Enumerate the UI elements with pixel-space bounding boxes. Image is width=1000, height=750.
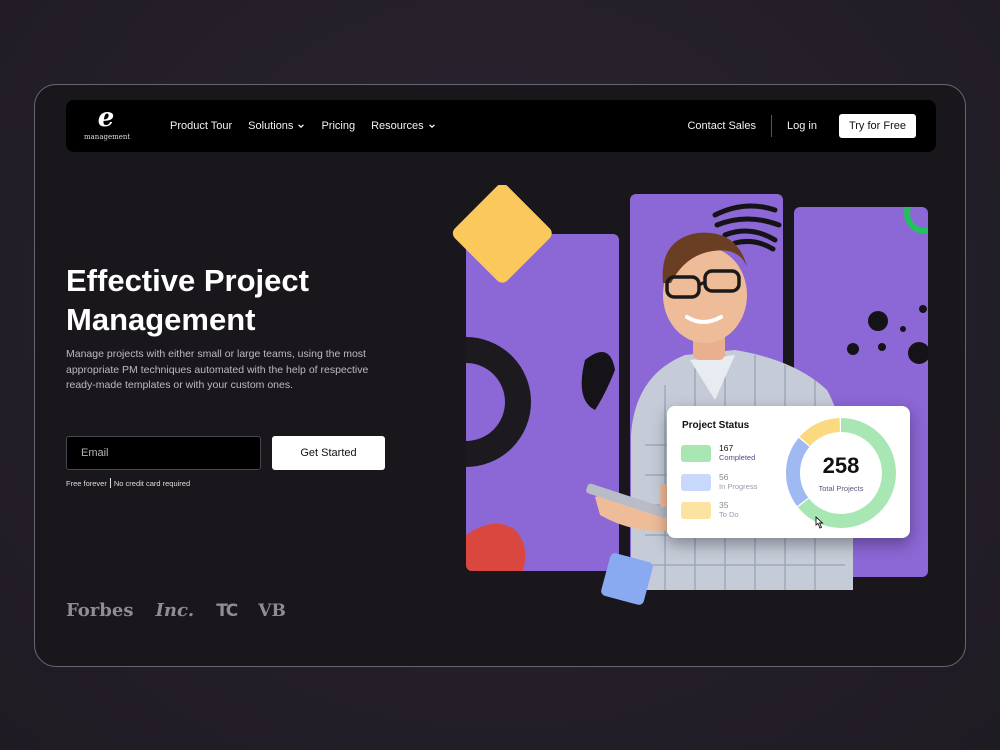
nav-actions: Contact Sales Log in Try for Free — [687, 100, 916, 152]
brand-logo-mark: e — [97, 103, 115, 133]
landing-page-frame: e management Product Tour Solutions Pric… — [34, 84, 966, 667]
nav-item-resources[interactable]: Resources — [371, 120, 436, 132]
fine-print: Free forever No credit card required — [66, 478, 190, 488]
chevron-down-icon — [428, 124, 435, 129]
total-projects-label: Total Projects — [818, 484, 864, 493]
hero-title: Effective Project Management — [66, 261, 396, 339]
techcrunch-logo: TC — [216, 600, 238, 621]
total-projects-count: 258 — [822, 453, 860, 478]
completed-count: 167 — [719, 443, 734, 453]
todo-count: 35 — [719, 500, 729, 510]
try-for-free-button[interactable]: Try for Free — [838, 114, 916, 138]
status-todo-row: 35 To Do — [681, 500, 739, 520]
todo-label: To Do — [719, 510, 739, 519]
in-progress-label: In Progress — [719, 482, 758, 491]
nav-links: Product Tour Solutions Pricing Resources — [170, 100, 436, 152]
in-progress-count: 56 — [719, 472, 729, 482]
get-started-button[interactable]: Get Started — [272, 436, 385, 470]
left-purple-panel — [466, 234, 619, 571]
hero-description: Manage projects with either small or lar… — [66, 348, 369, 391]
login-link[interactable]: Log in — [787, 120, 817, 132]
top-navigation: e management Product Tour Solutions Pric… — [66, 100, 936, 152]
hero-title-line1: Effective Project — [66, 263, 309, 298]
email-input[interactable] — [66, 436, 261, 470]
status-in-progress-row: 56 In Progress — [681, 472, 757, 492]
chevron-down-icon — [298, 124, 305, 129]
status-completed-row: 167 Completed — [681, 443, 755, 463]
press-logos: Forbes Inc. TC VB — [66, 600, 286, 621]
nav-divider — [770, 115, 772, 137]
fine-print-divider — [109, 478, 111, 488]
venturebeat-logo: VB — [258, 600, 286, 621]
nav-item-label: Product Tour — [170, 120, 233, 132]
nav-item-label: Solutions — [248, 120, 294, 132]
project-status-card: Project Status 167 Completed 56 In Progr… — [667, 406, 910, 538]
brand-logo[interactable]: e management — [84, 103, 131, 146]
nav-item-label: Resources — [371, 120, 424, 132]
brand-logo-text: management — [84, 133, 131, 141]
cursor-icon — [815, 516, 824, 529]
nav-item-solutions[interactable]: Solutions — [248, 120, 305, 132]
donut-segment-todo — [799, 418, 841, 447]
in-progress-swatch — [681, 474, 711, 491]
completed-swatch — [681, 445, 711, 462]
fine-print-no-card: No credit card required — [113, 478, 191, 488]
inc-logo: Inc. — [155, 600, 195, 621]
todo-swatch — [681, 502, 711, 519]
project-status-title: Project Status — [682, 420, 750, 431]
nav-item-pricing[interactable]: Pricing — [321, 120, 355, 132]
completed-label: Completed — [719, 453, 756, 462]
hero-title-line2: Management — [66, 302, 256, 337]
forbes-logo: Forbes — [66, 600, 134, 621]
contact-sales-link[interactable]: Contact Sales — [687, 120, 755, 132]
nav-item-product-tour[interactable]: Product Tour — [170, 120, 232, 132]
nav-item-label: Pricing — [321, 120, 356, 132]
fine-print-free: Free forever — [66, 478, 107, 488]
